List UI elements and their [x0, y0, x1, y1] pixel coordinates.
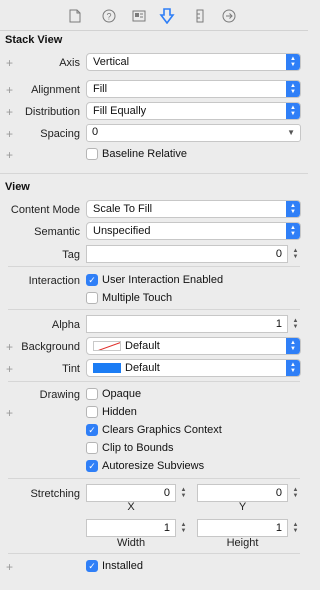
multiple-touch-label: Multiple Touch	[102, 292, 173, 304]
popup-arrows-icon: ▲ ▼	[286, 201, 300, 217]
help-icon[interactable]: ?	[101, 8, 117, 24]
checkmark-icon: ✓	[88, 274, 96, 285]
axis-label: Axis	[59, 57, 80, 69]
tint-value: Default	[125, 362, 160, 374]
section-divider	[0, 173, 308, 174]
opaque-checkbox[interactable]	[86, 388, 98, 400]
popup-arrows-icon: ▲ ▼	[286, 360, 300, 376]
stretch-y-stepper[interactable]: ▲ ▼	[290, 484, 301, 502]
tag-field[interactable]: 0	[86, 245, 288, 263]
tint-label: Tint	[62, 363, 80, 375]
distribution-popup[interactable]: Fill Equally ▲ ▼	[86, 102, 301, 120]
tint-color-swatch	[93, 363, 121, 373]
popup-arrows-icon: ▲ ▼	[286, 338, 300, 354]
add-variation-hidden-icon[interactable]: +	[6, 407, 13, 419]
axis-popup[interactable]: Vertical ▲ ▼	[86, 53, 301, 71]
axis-value: Vertical	[93, 56, 130, 68]
connections-icon[interactable]	[221, 8, 237, 24]
clip-to-bounds-label: Clip to Bounds	[102, 442, 174, 454]
section-divider	[8, 381, 300, 382]
size-icon[interactable]	[192, 8, 208, 24]
interaction-label: Interaction	[28, 275, 80, 287]
content-mode-value: Scale To Fill	[93, 203, 153, 215]
background-popup[interactable]: Default ▲ ▼	[86, 337, 301, 355]
opaque-label: Opaque	[102, 388, 142, 400]
file-icon[interactable]	[67, 8, 83, 24]
semantic-value: Unspecified	[93, 225, 151, 237]
clip-to-bounds-checkbox[interactable]	[86, 442, 98, 454]
stretch-height-label: Height	[226, 537, 259, 549]
user-interaction-label: User Interaction Enabled	[102, 274, 224, 286]
tag-label: Tag	[62, 249, 80, 261]
installed-label: Installed	[102, 560, 143, 572]
checkmark-icon: ✓	[88, 460, 96, 471]
stretch-x-label: X	[127, 501, 135, 513]
baseline-relative-checkbox[interactable]	[86, 148, 98, 160]
add-variation-installed-icon[interactable]: +	[6, 561, 13, 573]
user-interaction-checkbox[interactable]: ✓	[86, 274, 98, 286]
default-color-swatch	[93, 341, 121, 351]
stretch-x-stepper[interactable]: ▲ ▼	[178, 484, 189, 502]
stretch-x-field[interactable]: 0	[86, 484, 176, 502]
hidden-label: Hidden	[102, 406, 137, 418]
alignment-label: Alignment	[31, 84, 80, 96]
spacing-combo[interactable]: 0 ▼	[86, 124, 301, 142]
stretch-height-stepper[interactable]: ▲ ▼	[290, 519, 301, 537]
attributes-icon[interactable]	[159, 8, 175, 24]
alpha-field[interactable]: 1	[86, 315, 288, 333]
section-divider	[8, 553, 300, 554]
alignment-value: Fill	[93, 83, 108, 95]
baseline-relative-label: Baseline Relative	[102, 148, 187, 160]
installed-checkbox[interactable]: ✓	[86, 560, 98, 572]
combo-arrow-icon[interactable]: ▼	[287, 128, 295, 137]
checkmark-icon: ✓	[88, 424, 96, 435]
stretching-label: Stretching	[30, 488, 80, 500]
tint-popup[interactable]: Default ▲ ▼	[86, 359, 301, 377]
section-divider	[8, 478, 300, 479]
stretch-width-field[interactable]: 1	[86, 519, 176, 537]
multiple-touch-checkbox[interactable]	[86, 292, 98, 304]
background-value: Default	[125, 340, 160, 352]
stretch-width-stepper[interactable]: ▲ ▼	[178, 519, 189, 537]
autoresize-subviews-checkbox[interactable]: ✓	[86, 460, 98, 472]
drawing-label: Drawing	[39, 389, 80, 401]
content-mode-popup[interactable]: Scale To Fill ▲ ▼	[86, 200, 301, 218]
distribution-label: Distribution	[24, 106, 80, 118]
clears-graphics-context-checkbox[interactable]: ✓	[86, 424, 98, 436]
alignment-popup[interactable]: Fill ▲ ▼	[86, 80, 301, 98]
section-divider	[8, 266, 300, 267]
stretch-y-label: Y	[238, 501, 247, 513]
identity-icon[interactable]	[131, 8, 147, 24]
alpha-stepper[interactable]: ▲ ▼	[290, 315, 301, 333]
checkmark-icon: ✓	[88, 560, 96, 571]
inspector-toolbar: ?	[0, 0, 308, 31]
spacing-value: 0	[92, 126, 99, 138]
stretch-width-label: Width	[116, 537, 146, 549]
semantic-popup[interactable]: Unspecified ▲ ▼	[86, 222, 301, 240]
popup-arrows-icon: ▲ ▼	[286, 223, 300, 239]
semantic-label: Semantic	[34, 226, 80, 238]
popup-arrows-icon: ▲ ▼	[286, 103, 300, 119]
section-divider	[8, 309, 300, 310]
svg-text:?: ?	[106, 12, 111, 22]
background-label: Background	[21, 341, 80, 353]
add-variation-baseline-icon[interactable]: +	[6, 149, 13, 161]
stretch-y-field[interactable]: 0	[197, 484, 288, 502]
popup-arrows-icon: ▲ ▼	[286, 54, 300, 70]
distribution-value: Fill Equally	[93, 105, 147, 117]
autoresize-subviews-label: Autoresize Subviews	[102, 460, 205, 472]
content-mode-label: Content Mode	[10, 204, 80, 216]
tag-stepper[interactable]: ▲ ▼	[290, 245, 301, 263]
hidden-checkbox[interactable]	[86, 406, 98, 418]
clears-graphics-context-label: Clears Graphics Context	[102, 424, 222, 436]
popup-arrows-icon: ▲ ▼	[286, 81, 300, 97]
stack-view-title: Stack View	[5, 34, 63, 46]
alpha-label: Alpha	[51, 319, 80, 331]
view-title: View	[5, 181, 30, 193]
spacing-label: Spacing	[40, 128, 80, 140]
stretch-height-field[interactable]: 1	[197, 519, 288, 537]
